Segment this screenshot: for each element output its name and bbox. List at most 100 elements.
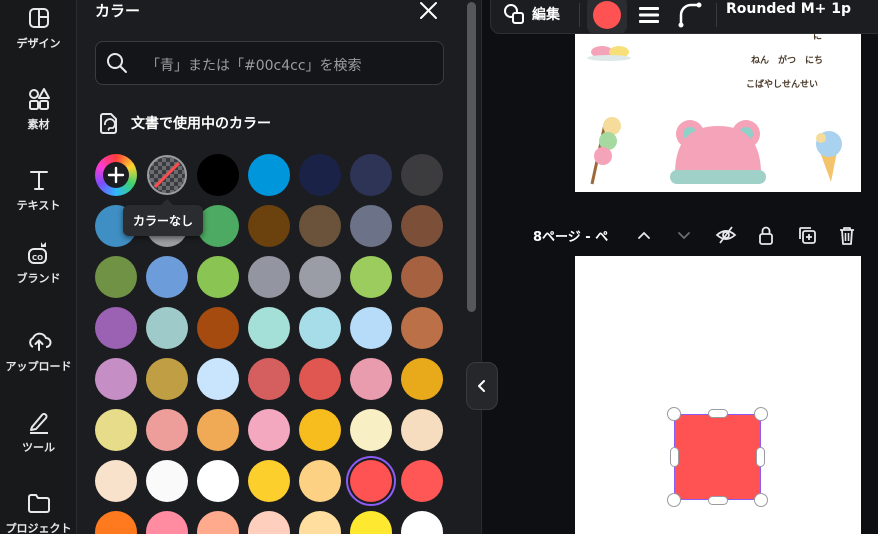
color-swatch[interactable] (197, 409, 239, 451)
sidebar-item-label: アップロード (5, 360, 72, 373)
color-swatch[interactable] (95, 256, 137, 298)
sidebar-item-brand[interactable]: CO ブランド (0, 240, 77, 286)
section-title: 文書で使用中のカラー (131, 116, 271, 132)
color-swatch[interactable] (299, 256, 341, 298)
color-swatch[interactable] (350, 205, 392, 247)
color-swatch[interactable] (350, 154, 392, 196)
color-swatch[interactable] (401, 256, 443, 298)
color-swatch[interactable] (197, 307, 239, 349)
chevron-left-icon (478, 380, 485, 392)
color-swatch[interactable] (401, 511, 443, 534)
color-swatch[interactable] (401, 358, 443, 400)
sidebar-item-label: ツール (22, 441, 55, 454)
color-swatch[interactable] (299, 511, 341, 534)
canvas-page-7[interactable]: に ねん がつ にち こばやしせんせい (575, 34, 861, 192)
color-swatch[interactable] (350, 460, 392, 502)
color-swatch[interactable] (299, 154, 341, 196)
color-swatch[interactable] (95, 511, 137, 534)
color-swatch[interactable] (248, 256, 290, 298)
resize-handle-e[interactable] (756, 447, 765, 467)
color-swatch[interactable] (248, 409, 290, 451)
color-swatch[interactable] (95, 460, 137, 502)
sidebar-item-design[interactable]: デザイン (0, 5, 77, 51)
color-swatch[interactable] (146, 256, 188, 298)
color-swatch[interactable] (95, 409, 137, 451)
panel-scrollbar[interactable] (466, 0, 476, 534)
search-icon (107, 53, 127, 73)
color-swatch[interactable] (401, 307, 443, 349)
color-swatch[interactable] (248, 358, 290, 400)
duplicate-page-icon[interactable] (796, 224, 818, 246)
lock-icon[interactable] (755, 224, 777, 246)
color-swatch[interactable] (248, 460, 290, 502)
resize-handle-w[interactable] (670, 447, 679, 467)
sidebar-item-tools[interactable]: ツール (0, 409, 77, 455)
chevron-down-icon[interactable] (673, 224, 695, 246)
color-swatch[interactable] (197, 460, 239, 502)
collapse-panel-button[interactable] (466, 362, 498, 410)
color-swatch[interactable] (401, 205, 443, 247)
scrollbar-thumb[interactable] (467, 2, 476, 312)
color-swatch[interactable] (146, 358, 188, 400)
color-swatch[interactable] (350, 256, 392, 298)
svg-text:CO: CO (31, 254, 42, 262)
color-swatch[interactable] (146, 460, 188, 502)
color-swatch[interactable] (350, 358, 392, 400)
color-search-input[interactable]: 「青」または「#00c4cc」を検索 (95, 41, 444, 85)
sidebar-item-projects[interactable]: プロジェクト (0, 490, 77, 534)
page-controls: 8ページ - ペ (533, 222, 878, 250)
resize-handle-s[interactable] (708, 496, 728, 505)
color-swatch[interactable] (248, 307, 290, 349)
resize-handle-ne[interactable] (754, 407, 768, 421)
current-color-swatch (593, 1, 621, 29)
color-swatch[interactable] (248, 205, 290, 247)
color-swatch[interactable] (350, 307, 392, 349)
resize-handle-n[interactable] (708, 409, 728, 418)
resize-handle-sw[interactable] (667, 493, 681, 507)
chevron-up-icon[interactable] (633, 224, 655, 246)
color-swatch[interactable] (146, 307, 188, 349)
color-swatch[interactable] (350, 409, 392, 451)
close-icon[interactable] (417, 0, 441, 22)
color-swatch[interactable] (299, 307, 341, 349)
color-swatch[interactable] (350, 511, 392, 534)
color-swatch[interactable] (146, 511, 188, 534)
color-swatch[interactable] (401, 460, 443, 502)
color-swatch[interactable] (248, 511, 290, 534)
hide-page-icon[interactable] (715, 224, 737, 246)
color-swatch[interactable] (299, 205, 341, 247)
sidebar-item-text[interactable]: テキスト (0, 167, 77, 213)
color-swatch[interactable] (197, 205, 239, 247)
sidebar-item-upload[interactable]: アップロード (0, 328, 77, 374)
edit-button[interactable]: 編集 (532, 4, 560, 24)
text-icon (29, 171, 48, 190)
color-swatch[interactable] (146, 409, 188, 451)
color-swatch[interactable] (197, 154, 239, 196)
color-swatch[interactable] (95, 307, 137, 349)
color-swatch[interactable] (95, 358, 137, 400)
color-swatch[interactable] (248, 154, 290, 196)
no-color-swatch[interactable] (146, 154, 188, 196)
add-color-button[interactable] (95, 154, 137, 196)
page-title[interactable]: 8ページ - ペ (533, 226, 621, 245)
color-swatch[interactable] (299, 358, 341, 400)
border-style-icon[interactable] (637, 3, 661, 27)
color-swatch[interactable] (401, 154, 443, 196)
palette-doc-icon (100, 113, 117, 134)
divider (716, 3, 717, 27)
color-swatch[interactable] (197, 511, 239, 534)
color-swatch[interactable] (299, 460, 341, 502)
sidebar-item-label: ブランド (16, 272, 61, 285)
color-swatch[interactable] (197, 256, 239, 298)
corner-rounding-icon[interactable] (675, 1, 703, 29)
color-swatch[interactable] (197, 358, 239, 400)
color-swatch[interactable] (299, 409, 341, 451)
font-selector[interactable]: Rounded M+ 1p (726, 1, 851, 17)
color-swatch[interactable] (401, 409, 443, 451)
sidebar-item-elements[interactable]: 素材 (0, 86, 77, 132)
resize-handle-nw[interactable] (667, 407, 681, 421)
fill-color-button[interactable] (587, 0, 627, 34)
resize-handle-se[interactable] (754, 493, 768, 507)
trash-icon[interactable] (836, 224, 858, 246)
selected-square-shape[interactable] (674, 414, 761, 500)
